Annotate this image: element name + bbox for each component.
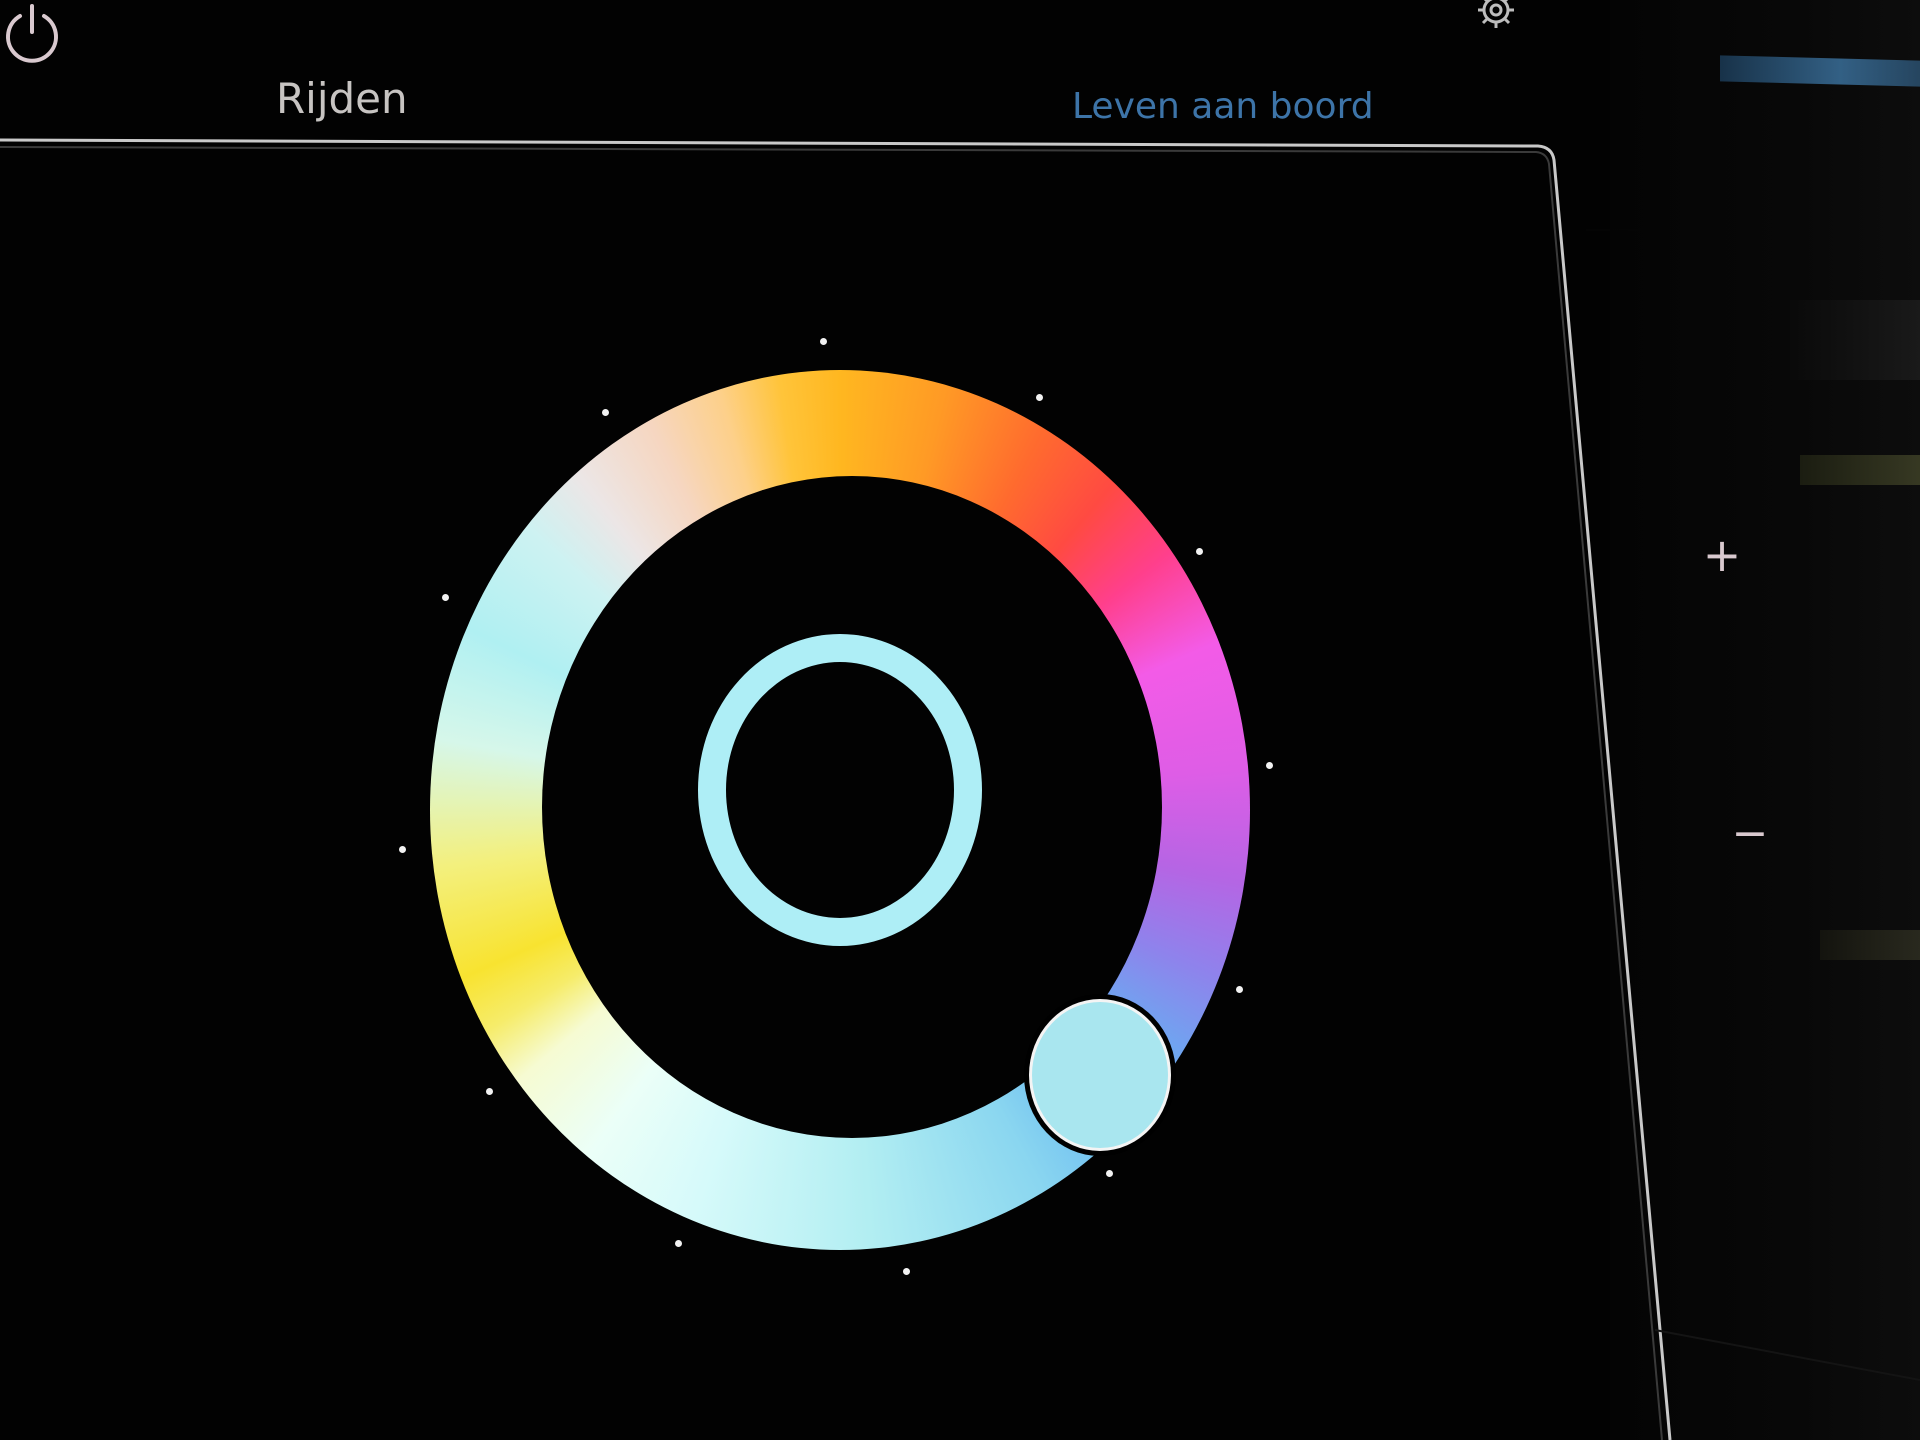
color-selector-swatch[interactable] — [1032, 1002, 1168, 1148]
wheel-tick-dot — [399, 846, 406, 853]
wheel-tick-dot — [1106, 1170, 1113, 1177]
volume-down-button[interactable]: − — [1720, 808, 1780, 859]
wheel-tick-dot — [903, 1268, 910, 1275]
wheel-tick-dot — [602, 409, 609, 416]
volume-up-button[interactable]: + — [1692, 528, 1752, 582]
tab-rijden[interactable]: Rijden — [276, 74, 408, 123]
wheel-tick-dot — [1236, 986, 1243, 993]
ambient-color-picker[interactable] — [430, 370, 1250, 1250]
wheel-tick-dot — [675, 1240, 682, 1247]
selected-color-preview — [698, 634, 982, 946]
wheel-tick-dot — [820, 338, 827, 345]
wheel-tick-dot — [1196, 548, 1203, 555]
wheel-tick-dot — [1266, 762, 1273, 769]
tab-leven-aan-boord[interactable]: Leven aan boord — [1072, 86, 1374, 127]
wheel-tick-dot — [1036, 394, 1043, 401]
screen: Rijden Leven aan boord + − — [0, 0, 1920, 1440]
wheel-tick-dot — [442, 594, 449, 601]
wheel-tick-dot — [486, 1088, 493, 1095]
color-selector-handle[interactable] — [1024, 994, 1176, 1156]
gear-icon[interactable] — [1472, 0, 1520, 34]
